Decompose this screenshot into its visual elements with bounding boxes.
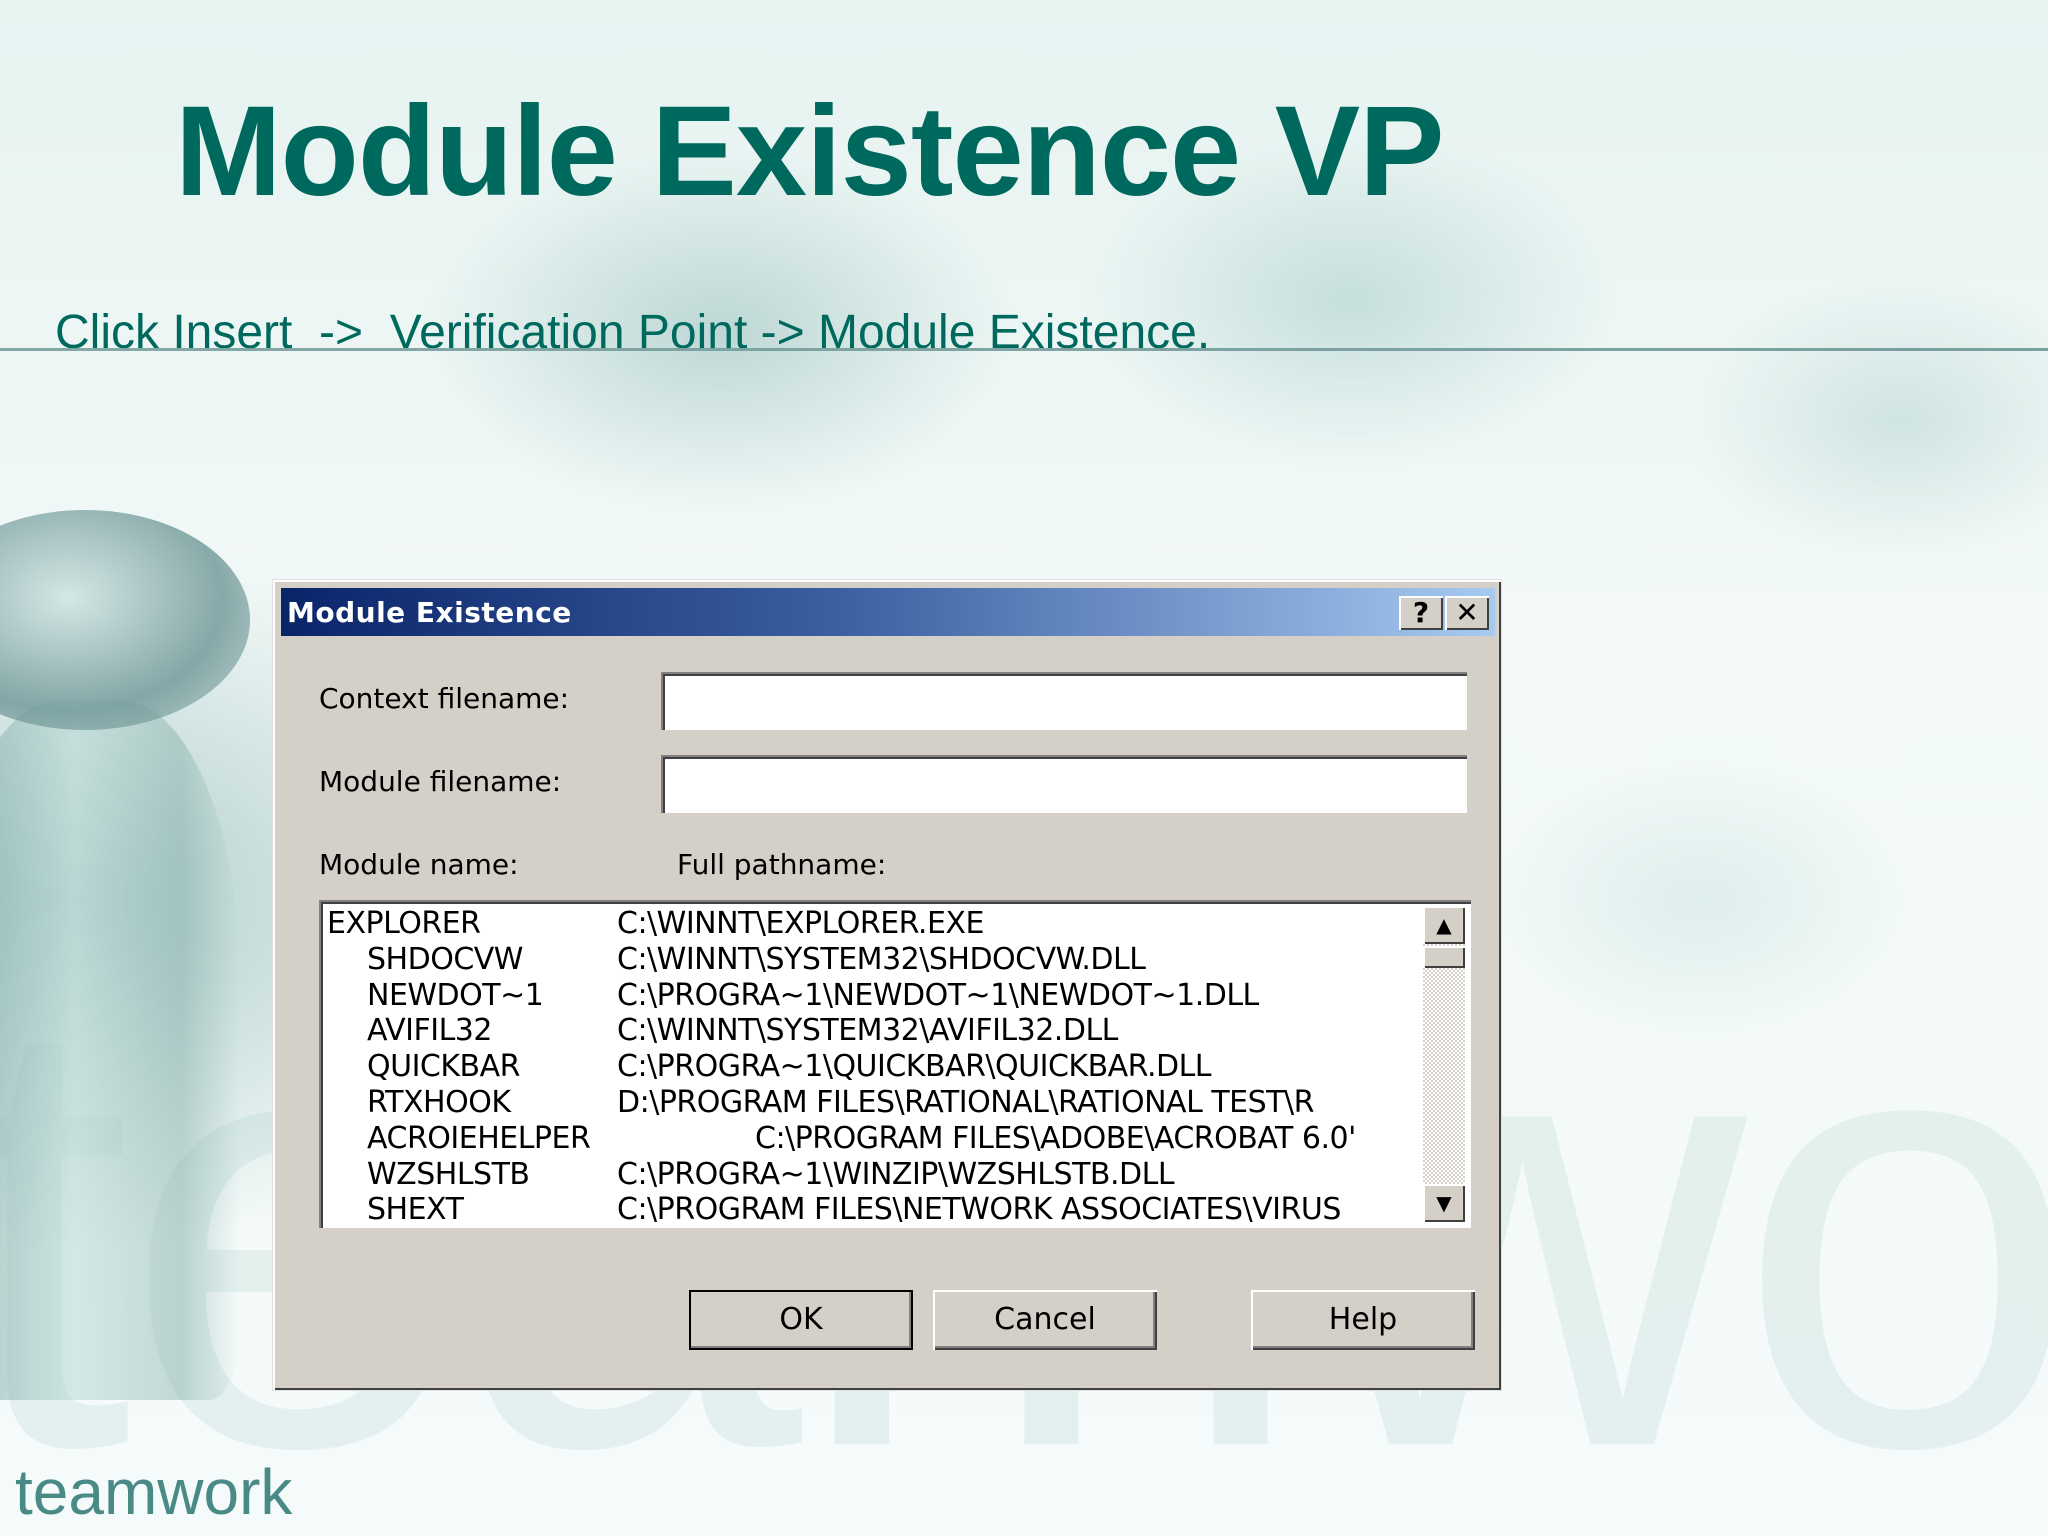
full-pathname-column-header: Full pathname:: [677, 848, 887, 881]
scroll-thumb[interactable]: [1423, 946, 1465, 968]
module-filename-label: Module filename:: [319, 765, 562, 798]
module-name-cell: EXPLORER: [327, 906, 481, 941]
module-existence-dialog: Module Existence ? ✕ Context filename: M…: [273, 580, 1501, 1390]
full-pathname-cell: C:\PROGRA~1\QUICKBAR\QUICKBAR.DLL: [617, 1049, 1212, 1085]
module-name-cell: SHEXT: [367, 1192, 464, 1222]
module-name-cell: WZSHLSTB: [367, 1156, 530, 1192]
ok-button[interactable]: OK: [689, 1290, 913, 1350]
list-scrollbar[interactable]: ▲ ▼: [1423, 906, 1465, 1222]
full-pathname-cell: C:\PROGRA~1\WINZIP\WZSHLSTB.DLL: [617, 1156, 1175, 1192]
cancel-button[interactable]: Cancel: [933, 1290, 1157, 1350]
scroll-down-icon[interactable]: ▼: [1423, 1184, 1465, 1222]
module-name-column-header: Module name:: [319, 848, 519, 881]
list-item[interactable]: WZSHLSTB C:\PROGRA~1\WINZIP\WZSHLSTB.DLL: [327, 1157, 1419, 1193]
module-list-rows: EXPLORER C:\WINNT\EXPLORER.EXE SHDOCVW C:\W…: [327, 906, 1419, 1222]
list-item[interactable]: NEWDOT~1 C:\PROGRA~1\NEWDOT~1\NEWDOT~1.DL…: [327, 978, 1419, 1014]
chess-pawn-image: [0, 700, 240, 1400]
list-item[interactable]: QUICKBAR C:\PROGRA~1\QUICKBAR\QUICKBAR.DL…: [327, 1049, 1419, 1085]
full-pathname-cell: D:\PROGRAM FILES\RATIONAL\RATIONAL TEST\…: [617, 1084, 1314, 1120]
list-item[interactable]: EXPLORER C:\WINNT\EXPLORER.EXE: [327, 906, 1419, 942]
context-filename-label: Context filename:: [319, 682, 570, 715]
brand-logo-text: teamwork: [15, 1456, 293, 1528]
context-filename-input[interactable]: [661, 672, 1467, 730]
full-pathname-cell: C:\PROGRAM FILES\ADOBE\ACROBAT 6.0': [755, 1120, 1356, 1156]
title-divider: [0, 348, 2048, 351]
help-button[interactable]: Help: [1251, 1290, 1475, 1350]
close-icon[interactable]: ✕: [1445, 596, 1489, 630]
module-list[interactable]: EXPLORER C:\WINNT\EXPLORER.EXE SHDOCVW C:\W…: [319, 900, 1471, 1228]
chess-pawn-head: [0, 510, 250, 730]
full-pathname-cell: C:\PROGRAM FILES\NETWORK ASSOCIATES\VIRU…: [617, 1192, 1341, 1222]
dialog-titlebar[interactable]: Module Existence ? ✕: [281, 588, 1495, 636]
full-pathname-cell: C:\WINNT\SYSTEM32\SHDOCVW.DLL: [617, 941, 1146, 977]
module-name-cell: AVIFIL32: [367, 1013, 492, 1049]
scroll-up-icon[interactable]: ▲: [1423, 906, 1465, 944]
module-name-cell: SHDOCVW: [367, 941, 523, 977]
module-name-cell: NEWDOT~1: [367, 977, 544, 1013]
dialog-title: Module Existence: [287, 596, 572, 629]
module-name-cell: ACROIEHELPER: [367, 1120, 591, 1156]
list-item[interactable]: ACROIEHELPER C:\PROGRAM FILES\ADOBE\ACROB…: [327, 1121, 1419, 1157]
instruction-text: Click Insert -> Verification Point -> Mo…: [55, 306, 1211, 359]
full-pathname-cell: C:\WINNT\SYSTEM32\AVIFIL32.DLL: [617, 1013, 1118, 1049]
list-item[interactable]: SHDOCVW C:\WINNT\SYSTEM32\SHDOCVW.DLL: [327, 942, 1419, 978]
module-name-cell: RTXHOOK: [367, 1084, 511, 1120]
module-filename-input[interactable]: [661, 755, 1467, 813]
slide-title: Module Existence VP: [175, 80, 1444, 223]
list-item[interactable]: RTXHOOK D:\PROGRAM FILES\RATIONAL\RATIONA…: [327, 1085, 1419, 1121]
module-name-cell: QUICKBAR: [367, 1049, 521, 1085]
help-icon[interactable]: ?: [1399, 596, 1443, 630]
list-item[interactable]: AVIFIL32 C:\WINNT\SYSTEM32\AVIFIL32.DLL: [327, 1013, 1419, 1049]
full-pathname-cell: C:\PROGRA~1\NEWDOT~1\NEWDOT~1.DLL: [617, 977, 1259, 1013]
list-item[interactable]: SHEXT C:\PROGRAM FILES\NETWORK ASSOCIATES…: [327, 1192, 1419, 1222]
full-pathname-cell: C:\WINNT\EXPLORER.EXE: [617, 906, 984, 941]
